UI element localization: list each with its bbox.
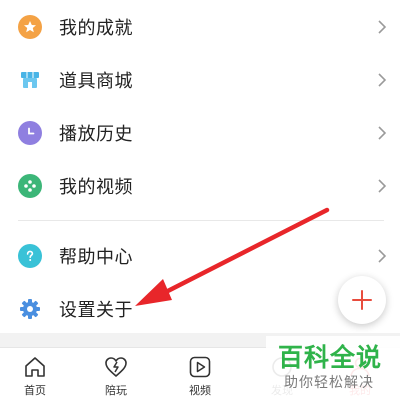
menu-item-my-videos[interactable]: 我的视频 (0, 159, 400, 212)
menu-item-achievements[interactable]: 我的成就 (0, 0, 400, 53)
tab-companion[interactable]: 陪玩 (86, 348, 146, 401)
chevron-right-icon (378, 178, 387, 193)
chevron-right-icon (378, 19, 387, 34)
watermark-title: 百科全说 (278, 343, 383, 372)
add-button[interactable] (338, 276, 386, 324)
menu-label: 我的视频 (59, 176, 133, 198)
gear-icon (18, 297, 42, 321)
heart-icon (103, 354, 129, 380)
play-icon (187, 354, 213, 380)
tab-label: 首页 (24, 384, 46, 397)
chevron-right-icon (378, 125, 387, 140)
help-icon (18, 243, 42, 268)
tab-home[interactable]: 首页 (5, 348, 65, 401)
achievement-icon (18, 14, 42, 39)
tab-label: 陪玩 (105, 384, 127, 397)
film-reel-icon (18, 173, 42, 198)
tab-label: 视频 (189, 384, 211, 397)
watermark: 百科全说 助你轻松解决 (266, 336, 400, 400)
menu-label: 帮助中心 (59, 246, 133, 268)
chevron-right-icon (378, 248, 387, 263)
menu-item-shop[interactable]: 道具商城 (0, 53, 400, 106)
clock-icon (18, 120, 42, 145)
home-icon (22, 354, 48, 380)
menu-label: 我的成就 (59, 17, 133, 39)
plus-icon (352, 290, 372, 310)
menu-label: 播放历史 (59, 123, 133, 145)
menu-label: 道具商城 (59, 70, 133, 92)
shop-icon (18, 68, 42, 92)
watermark-subtitle: 助你轻松解决 (284, 375, 374, 391)
menu-item-help-center[interactable]: 帮助中心 (0, 229, 400, 282)
divider (18, 220, 384, 221)
chevron-right-icon (378, 72, 387, 87)
menu-item-play-history[interactable]: 播放历史 (0, 106, 400, 159)
menu-label: 设置关于 (59, 299, 133, 321)
tab-video[interactable]: 视频 (170, 348, 230, 401)
